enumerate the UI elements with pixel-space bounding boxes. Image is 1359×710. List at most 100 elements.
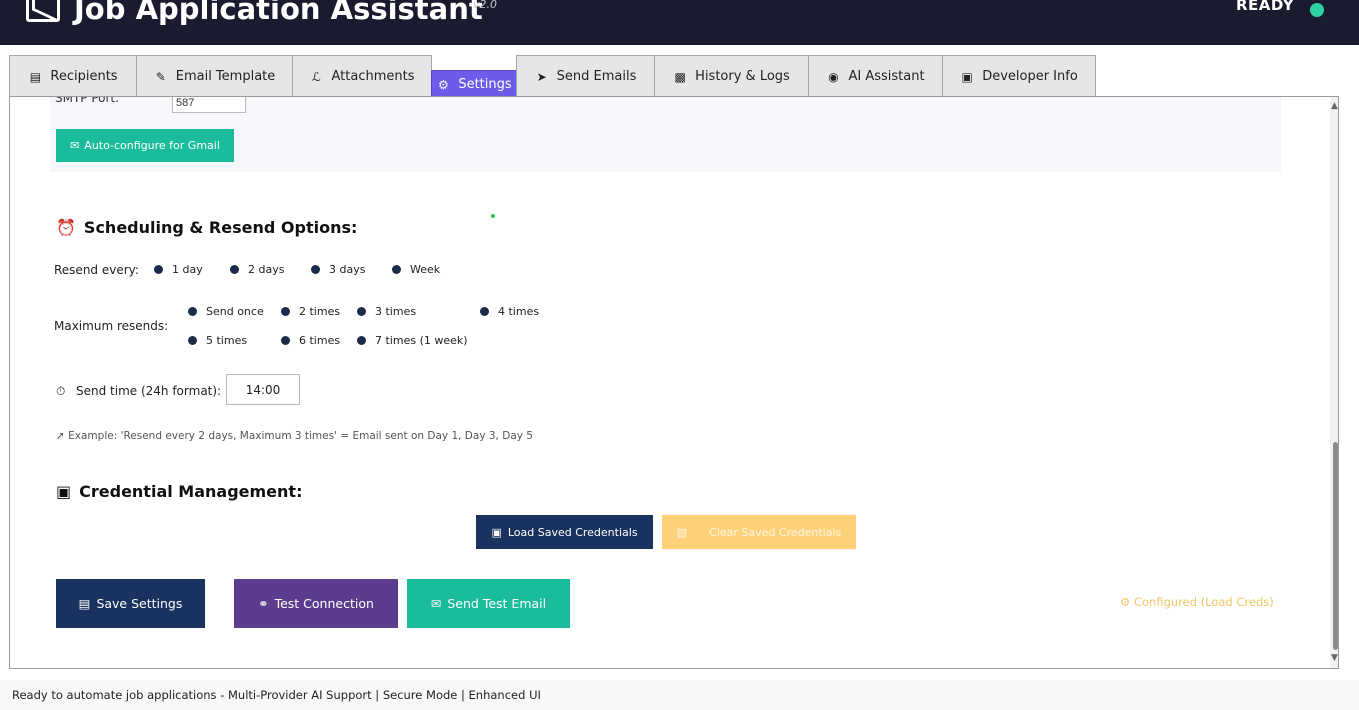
maximum-resends-label: Maximum resends: <box>54 319 169 333</box>
app-title: Job Application Assistant <box>26 0 483 26</box>
load-credentials-button[interactable]: ▣ Load Saved Credentials <box>476 515 653 549</box>
smtp-settings-box: SMTP Port: ✉ Auto-configure for Gmail <box>50 97 1281 172</box>
scheduling-title-text: Scheduling & Resend Options: <box>83 218 358 237</box>
send-test-email-button[interactable]: ✉ Send Test Email <box>407 579 570 628</box>
rocket-icon: ➤ <box>536 69 547 84</box>
trash-icon: ▧ <box>676 525 688 539</box>
envelope-icon: ✉ <box>430 596 442 611</box>
settings-panel: SMTP Port: ✉ Auto-configure for Gmail ⏰ … <box>9 96 1339 669</box>
scheduling-section-title: ⏰ Scheduling & Resend Options: <box>56 218 357 237</box>
radio-label: 7 times (1 week) <box>375 334 468 347</box>
tab-recipients[interactable]: ▤ Recipients <box>9 55 137 97</box>
radio-dot <box>357 307 366 316</box>
radio-dot <box>188 336 197 345</box>
radio-dot <box>281 307 290 316</box>
max-option-7-times[interactable]: 7 times (1 week) <box>357 334 468 347</box>
max-option-4-times[interactable]: 4 times <box>480 305 539 318</box>
tab-developer-info[interactable]: ▣ Developer Info <box>942 55 1096 97</box>
status-bar-text: Ready to automate job applications - Mul… <box>12 688 541 702</box>
scroll-down-arrow-icon[interactable]: ▼ <box>1331 653 1338 663</box>
radio-dot <box>188 307 197 316</box>
gmail-icon: ✉ <box>70 139 80 152</box>
resend-option-2-days[interactable]: 2 days <box>230 263 284 276</box>
clipboard-icon: ▤ <box>29 69 42 84</box>
example-text: Example: 'Resend every 2 days, Maximum 3… <box>68 430 533 442</box>
tab-history-logs[interactable]: ▩ History & Logs <box>654 55 809 97</box>
configured-status: ⚙ Configured (Load Creds) <box>1120 595 1274 609</box>
max-option-2-times[interactable]: 2 times <box>281 305 340 318</box>
scroll-up-arrow-icon[interactable]: ▲ <box>1331 101 1338 111</box>
link-icon: ⚭ <box>258 596 269 611</box>
tab-label: Settings <box>458 77 512 92</box>
radio-label: 1 day <box>172 263 203 276</box>
tab-send-emails[interactable]: ➤ Send Emails <box>516 55 655 97</box>
stopwatch-icon: ⏱ <box>56 384 66 398</box>
tab-email-template[interactable]: ✎ Email Template <box>136 55 293 97</box>
radio-label: Send once <box>206 305 264 318</box>
tab-label: Attachments <box>331 69 415 84</box>
auto-configure-gmail-button[interactable]: ✉ Auto-configure for Gmail <box>56 129 234 162</box>
example-hint: ➚ Example: 'Resend every 2 days, Maximum… <box>56 430 533 442</box>
tab-label: Send Emails <box>556 69 637 84</box>
tab-settings[interactable]: ⚙ Settings <box>431 70 517 98</box>
radio-label: 5 times <box>206 334 248 347</box>
tab-label: Developer Info <box>982 69 1078 84</box>
status-indicator <box>1310 3 1324 17</box>
send-time-label: Send time (24h format): <box>76 384 222 398</box>
max-option-5-times[interactable]: 5 times <box>188 334 247 347</box>
tab-label: AI Assistant <box>848 69 925 84</box>
radio-label: 2 days <box>248 263 285 276</box>
load-credentials-label: Load Saved Credentials <box>507 525 638 539</box>
lock-icon: ▣ <box>961 69 973 84</box>
tab-ai-assistant[interactable]: ◉ AI Assistant <box>808 55 943 97</box>
test-connection-label: Test Connection <box>274 596 374 611</box>
version-label: v2.0 <box>473 0 498 11</box>
tab-label: Recipients <box>50 69 118 84</box>
credential-title-text: Credential Management: <box>79 482 303 501</box>
gmail-button-label: Auto-configure for Gmail <box>84 139 220 152</box>
send-test-email-label: Send Test Email <box>447 596 547 611</box>
radio-label: Week <box>410 263 441 276</box>
radio-dot <box>357 336 366 345</box>
max-option-3-times[interactable]: 3 times <box>357 305 416 318</box>
smtp-port-input[interactable] <box>172 97 246 113</box>
gear-icon: ⚙ <box>1120 595 1134 609</box>
send-time-input[interactable]: 14:00 <box>226 374 300 405</box>
smtp-port-label: SMTP Port: <box>55 96 120 105</box>
folder-icon: ▣ <box>491 525 502 539</box>
tab-bar: ▤ Recipients ✎ Email Template ℒ Attachme… <box>9 55 1096 98</box>
radio-dot <box>281 336 290 345</box>
radio-dot <box>230 265 239 274</box>
app-title-text: Job Application Assistant <box>74 0 483 26</box>
radio-label: 3 days <box>329 263 366 276</box>
status-bar: Ready to automate job applications - Mul… <box>0 680 1359 710</box>
envelope-icon <box>26 0 60 22</box>
robot-icon: ◉ <box>828 69 839 84</box>
configured-status-text: Configured (Load Creds) <box>1133 595 1274 609</box>
clear-credentials-label: Clear Saved Credentials <box>709 525 842 539</box>
save-settings-button[interactable]: ▤ Save Settings <box>56 579 205 628</box>
tab-attachments[interactable]: ℒ Attachments <box>292 55 432 97</box>
pin-icon: ➚ <box>56 430 69 442</box>
radio-dot <box>392 265 401 274</box>
tab-label: History & Logs <box>695 69 790 84</box>
tab-label: Email Template <box>175 69 276 84</box>
radio-label: 3 times <box>375 305 417 318</box>
max-option-6-times[interactable]: 6 times <box>281 334 340 347</box>
max-option-send-once[interactable]: Send once <box>188 305 264 318</box>
test-connection-button[interactable]: ⚭ Test Connection <box>234 579 398 628</box>
radio-label: 2 times <box>299 305 341 318</box>
resend-option-3-days[interactable]: 3 days <box>311 263 365 276</box>
resend-option-1-day[interactable]: 1 day <box>154 263 203 276</box>
resend-option-week[interactable]: Week <box>392 263 440 276</box>
credential-section-title: ▣ Credential Management: <box>56 482 302 501</box>
scrollbar-thumb[interactable] <box>1333 442 1338 650</box>
vertical-scrollbar[interactable]: ▲ ▼ <box>1330 97 1338 668</box>
app-header: Job Application Assistant v2.0 READY <box>0 0 1359 45</box>
radio-label: 6 times <box>299 334 341 347</box>
indicator-dot <box>491 214 495 218</box>
alarm-clock-icon: ⏰ <box>56 218 76 237</box>
clear-credentials-button[interactable]: ▧ Clear Saved Credentials <box>662 515 856 549</box>
radio-dot <box>311 265 320 274</box>
radio-dot <box>154 265 163 274</box>
